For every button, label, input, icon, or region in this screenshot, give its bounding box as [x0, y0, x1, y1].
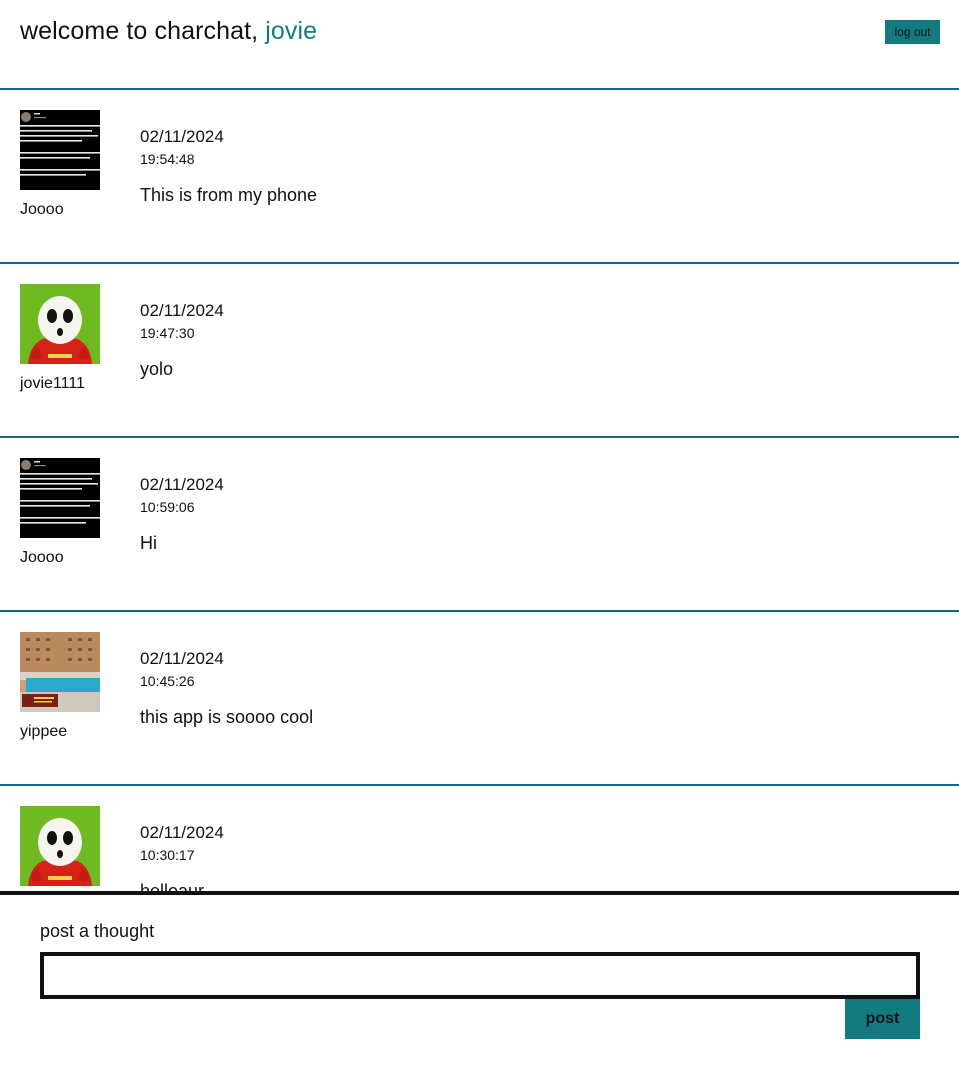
feed-post: Joooo 02/11/2024 19:54:48 This is from m…: [0, 90, 959, 264]
tweet-screenshot-avatar: [20, 110, 100, 190]
feed-post: jovie1111 02/11/2024 19:47:30 yolo: [0, 264, 959, 438]
composer-label: post a thought: [40, 921, 155, 941]
post-time: 19:47:30: [140, 325, 195, 341]
post-composer: post a thought post: [0, 891, 959, 1077]
thought-input[interactable]: [40, 952, 920, 999]
app-header: welcome to charchat, jovie log out: [0, 0, 959, 90]
message-feed[interactable]: Joooo 02/11/2024 19:54:48 This is from m…: [0, 90, 959, 893]
post-date: 02/11/2024: [140, 823, 224, 842]
post-username: jovie1111: [20, 375, 85, 392]
post-time: 10:45:26: [140, 673, 195, 689]
post-message: Hi: [140, 533, 157, 553]
logout-button[interactable]: log out: [885, 20, 940, 44]
post-time: 19:54:48: [140, 151, 195, 167]
post-message: This is from my phone: [140, 185, 318, 205]
post-button[interactable]: post: [845, 999, 920, 1039]
feed-post: yippee 02/11/2024 10:45:26 this app is s…: [0, 612, 959, 786]
feed-post: Joooo 02/11/2024 10:59:06 Hi: [0, 438, 959, 612]
welcome-prefix: welcome to charchat,: [20, 17, 259, 45]
post-username: yippee: [20, 723, 68, 740]
pool-photo-avatar: [20, 632, 100, 712]
post-date: 02/11/2024: [140, 301, 224, 320]
post-date: 02/11/2024: [140, 475, 224, 494]
post-time: 10:30:17: [140, 847, 195, 863]
current-username: jovie: [265, 17, 318, 45]
shy-guy-avatar: [20, 806, 100, 886]
post-date: 02/11/2024: [140, 649, 224, 668]
tweet-screenshot-avatar: [20, 458, 100, 538]
post-message: this app is soooo cool: [140, 707, 314, 727]
post-message: yolo: [140, 359, 174, 379]
feed-post: 02/11/2024 10:30:17 helloaur: [0, 786, 959, 893]
post-time: 10:59:06: [140, 499, 195, 515]
post-username: Joooo: [20, 549, 64, 566]
post-username: Joooo: [20, 201, 64, 218]
welcome-heading: welcome to charchat, jovie: [20, 17, 317, 46]
shy-guy-avatar: [20, 284, 100, 364]
post-date: 02/11/2024: [140, 127, 224, 146]
